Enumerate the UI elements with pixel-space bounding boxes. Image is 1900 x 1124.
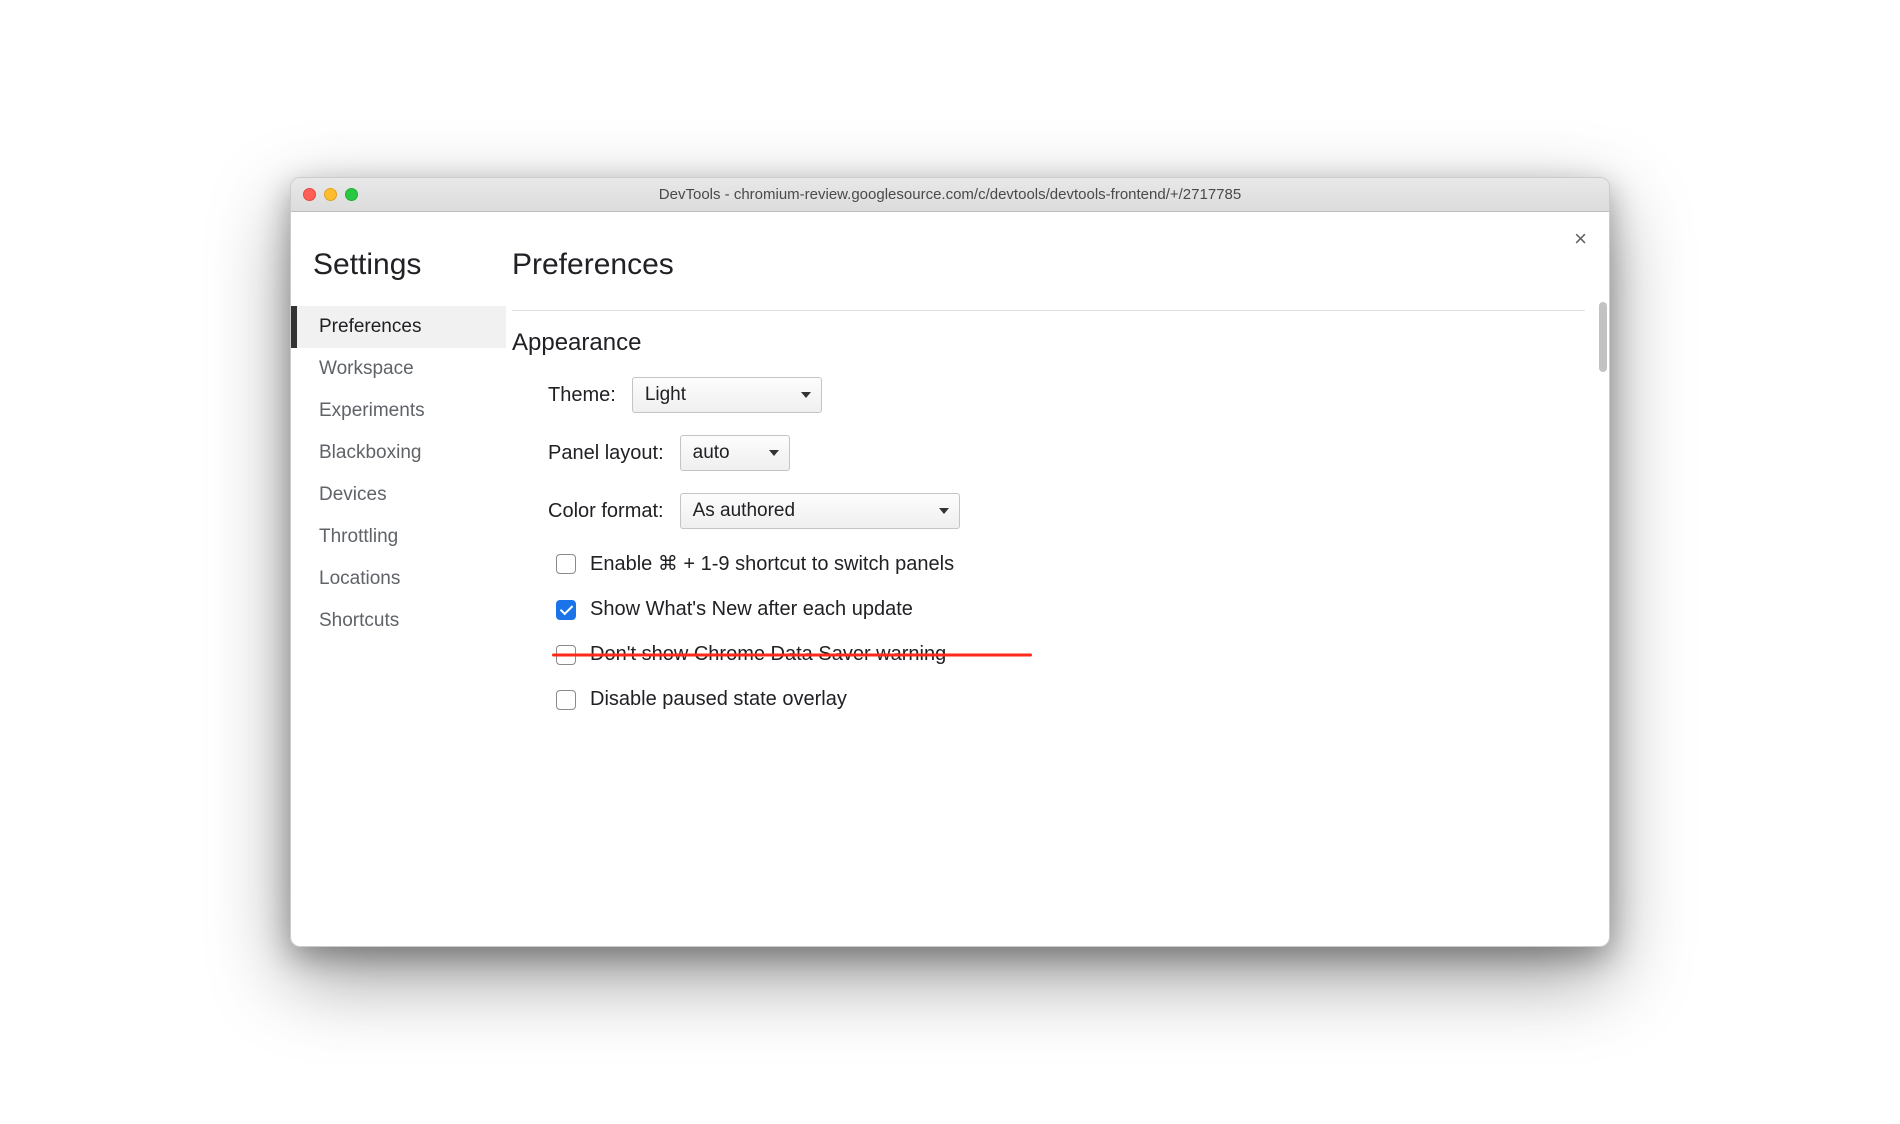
check-label: Show What's New after each update (590, 598, 913, 621)
row-panel-layout: Panel layout: auto (548, 435, 1585, 471)
panel-layout-value: auto (693, 442, 730, 464)
window-title: DevTools - chromium-review.googlesource.… (291, 186, 1609, 203)
sidebar-item-preferences[interactable]: Preferences (291, 306, 506, 348)
page-title: Preferences (512, 248, 1585, 282)
section-appearance: Appearance (512, 329, 1585, 357)
close-window[interactable] (303, 188, 316, 201)
chevron-down-icon (769, 450, 779, 456)
chevron-down-icon (939, 508, 949, 514)
color-format-value: As authored (693, 500, 795, 522)
sidebar-title: Settings (313, 248, 506, 282)
sidebar-item-workspace[interactable]: Workspace (291, 348, 506, 390)
row-theme: Theme: Light (548, 377, 1585, 413)
titlebar: DevTools - chromium-review.googlesource.… (291, 178, 1609, 212)
strikethrough-annotation (552, 653, 1032, 656)
check-label: Enable ⌘ + 1-9 shortcut to switch panels (590, 551, 954, 576)
theme-label: Theme: (548, 384, 616, 407)
traffic-lights (303, 188, 358, 201)
sidebar-item-blackboxing[interactable]: Blackboxing (291, 432, 506, 474)
check-enable-shortcut[interactable]: Enable ⌘ + 1-9 shortcut to switch panels (556, 551, 1585, 576)
check-label: Disable paused state overlay (590, 688, 847, 711)
zoom-window[interactable] (345, 188, 358, 201)
check-whats-new[interactable]: Show What's New after each update (556, 598, 1585, 621)
sidebar-item-shortcuts[interactable]: Shortcuts (291, 600, 506, 642)
sidebar-item-locations[interactable]: Locations (291, 558, 506, 600)
color-format-select[interactable]: As authored (680, 493, 960, 529)
theme-select[interactable]: Light (632, 377, 822, 413)
color-format-label: Color format: (548, 500, 664, 523)
sidebar-item-throttling[interactable]: Throttling (291, 516, 506, 558)
check-data-saver[interactable]: Don't show Chrome Data Saver warning (556, 643, 1585, 666)
sidebar-item-experiments[interactable]: Experiments (291, 390, 506, 432)
minimize-window[interactable] (324, 188, 337, 201)
check-disable-overlay[interactable]: Disable paused state overlay (556, 688, 1585, 711)
chevron-down-icon (801, 392, 811, 398)
checkbox-icon[interactable] (556, 690, 576, 710)
close-icon[interactable]: × (1574, 226, 1587, 252)
panel-layout-select[interactable]: auto (680, 435, 790, 471)
panel-layout-label: Panel layout: (548, 442, 664, 465)
sidebar: Settings Preferences Workspace Experimen… (291, 212, 506, 946)
main: × Preferences Appearance Theme: Light Pa… (506, 212, 1609, 946)
content: Settings Preferences Workspace Experimen… (291, 212, 1609, 946)
checkbox-checked-icon[interactable] (556, 600, 576, 620)
window: DevTools - chromium-review.googlesource.… (290, 177, 1610, 947)
scrollbar-thumb[interactable] (1599, 302, 1607, 372)
theme-value: Light (645, 384, 686, 406)
divider (512, 310, 1585, 311)
row-color-format: Color format: As authored (548, 493, 1585, 529)
sidebar-item-devices[interactable]: Devices (291, 474, 506, 516)
checkbox-icon[interactable] (556, 554, 576, 574)
